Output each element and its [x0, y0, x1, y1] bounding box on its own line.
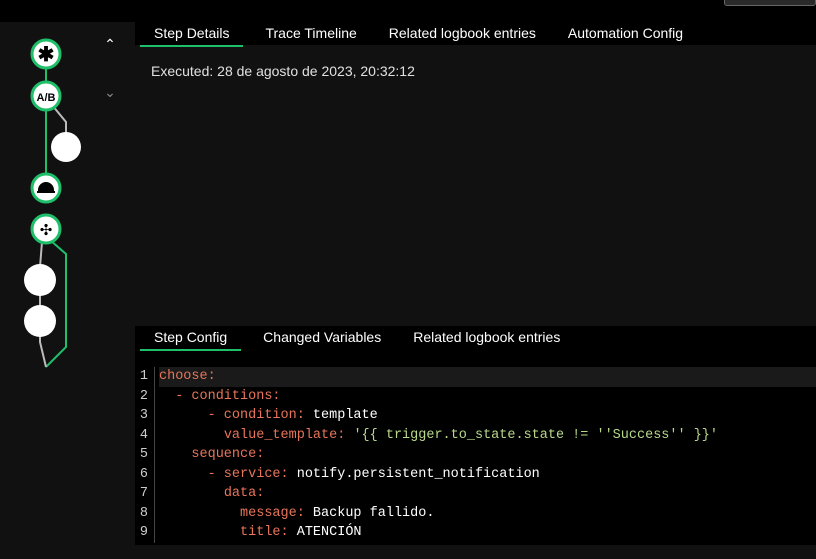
line-number: 3	[135, 406, 155, 426]
node-parallel[interactable]: ✣	[30, 213, 62, 245]
top-button[interactable]	[724, 0, 816, 6]
line-number: 9	[135, 523, 155, 543]
node-trigger[interactable]: ✱	[30, 38, 62, 70]
tab-related-logbook[interactable]: Related logbook entries	[389, 22, 536, 45]
code-line: 7 data:	[135, 484, 816, 504]
code-text: message: Backup fallido.	[159, 504, 434, 524]
split-icon: ✣	[40, 222, 53, 239]
top-tabs: Step Details Trace Timeline Related logb…	[135, 22, 816, 47]
code-text: - condition: template	[159, 406, 378, 426]
yaml-key: - service:	[207, 466, 289, 482]
line-number: 1	[135, 367, 155, 387]
code-text: title: ATENCIÓN	[159, 523, 362, 543]
code-line: 1 choose:	[135, 367, 816, 387]
yaml-key: data:	[223, 486, 265, 501]
node-step[interactable]	[24, 305, 56, 337]
line-number: 6	[135, 464, 155, 484]
chevron-up-icon[interactable]: ⌃	[100, 36, 120, 56]
line-number: 7	[135, 484, 155, 504]
tab-related-logbook-lower[interactable]: Related logbook entries	[413, 326, 560, 349]
yaml-key: - condition:	[207, 408, 305, 423]
yaml-value: ATENCIÓN	[288, 525, 362, 540]
code-line: 5 sequence:	[135, 445, 816, 465]
yaml-key: choose:	[159, 369, 216, 384]
node-service[interactable]	[30, 172, 62, 204]
step-config-panel: Step Config Changed Variables Related lo…	[135, 326, 816, 543]
ab-icon: A/B	[37, 92, 56, 104]
chevron-down-icon[interactable]: ⌄	[100, 84, 120, 104]
executed-timestamp: Executed: 28 de agosto de 2023, 20:32:12	[151, 63, 415, 79]
code-text: data:	[159, 484, 265, 504]
code-line: 8 message: Backup fallido.	[135, 503, 816, 524]
line-number: 8	[135, 503, 155, 523]
code-line: 3 - condition: template	[135, 406, 816, 426]
tab-trace-timeline[interactable]: Trace Timeline	[265, 22, 356, 45]
bottom-bar	[135, 545, 816, 559]
lower-tabs: Step Config Changed Variables Related lo…	[135, 326, 816, 351]
line-number: 5	[135, 445, 155, 465]
code-text: - conditions:	[159, 387, 281, 407]
code-text: choose:	[159, 367, 816, 387]
node-choose[interactable]: A/B	[30, 80, 62, 112]
yaml-value: template	[304, 408, 378, 423]
yaml-value: notify.persistent_notification	[288, 466, 540, 482]
code-text: - service: notify.persistent_notificatio…	[159, 465, 540, 485]
line-number: 2	[135, 386, 155, 406]
yaml-key: message:	[240, 505, 305, 521]
code-line: 4 value_template: '{{ trigger.to_state.s…	[135, 425, 816, 446]
code-line: 6 - service: notify.persistent_notificat…	[135, 464, 816, 485]
code-text: value_template: '{{ trigger.to_state.sta…	[159, 426, 718, 446]
tab-changed-variables[interactable]: Changed Variables	[263, 326, 381, 349]
code-editor[interactable]: 1 choose: 2 - conditions: 3 - condition: te…	[135, 365, 816, 543]
step-details-panel: Step Details Trace Timeline Related logb…	[135, 22, 816, 326]
code-line: 9 title: ATENCIÓN	[135, 523, 816, 543]
tab-step-config[interactable]: Step Config	[140, 326, 242, 351]
yaml-key: title:	[240, 525, 289, 540]
yaml-value: '{{ trigger.to_state.state != ''Success'…	[345, 427, 719, 443]
node-step[interactable]	[24, 264, 56, 296]
trace-graph: ✱ A/B ✣	[24, 38, 81, 368]
tab-step-details[interactable]: Step Details	[140, 22, 244, 47]
line-number: 4	[135, 425, 155, 445]
asterisk-icon: ✱	[38, 44, 55, 66]
code-text: sequence:	[159, 445, 264, 465]
details-content: Executed: 28 de agosto de 2023, 20:32:12	[135, 45, 816, 326]
yaml-key: sequence:	[191, 447, 265, 462]
tab-automation-config[interactable]: Automation Config	[568, 22, 683, 45]
yaml-key: value_template:	[223, 427, 346, 443]
yaml-key: - conditions:	[175, 388, 281, 404]
yaml-value: Backup fallido.	[304, 505, 435, 521]
trace-graph-panel: ✱ A/B ✣ ⌃ ⌄	[0, 22, 135, 559]
code-line: 2 - conditions:	[135, 386, 816, 407]
node-option[interactable]	[51, 132, 81, 162]
